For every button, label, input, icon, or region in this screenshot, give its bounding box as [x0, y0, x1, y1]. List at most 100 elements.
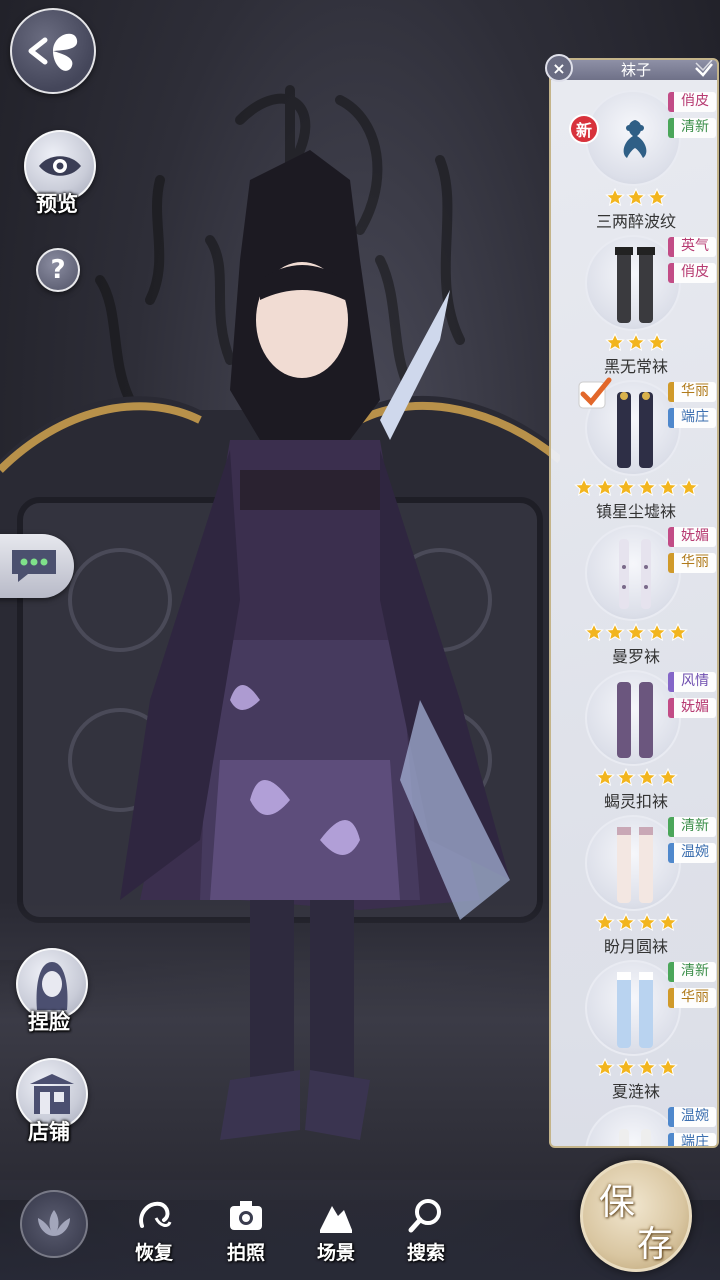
search-icon — [408, 1199, 441, 1233]
star-rating — [551, 188, 717, 206]
chat-bubble-icon — [12, 550, 56, 582]
purple-stocking-icon — [617, 682, 653, 758]
photo-button[interactable]: 拍照 — [216, 1196, 276, 1270]
collapse-icon[interactable] — [693, 60, 715, 80]
sock-item[interactable]: 妩媚 华丽 曼罗袜 — [551, 519, 717, 666]
butterfly-back-icon — [28, 33, 78, 71]
star-icon — [657, 913, 678, 931]
star-icon — [615, 478, 636, 496]
star-icon — [657, 1058, 678, 1076]
star-rating — [551, 768, 717, 786]
star-icon — [626, 623, 646, 641]
star-rating — [551, 1058, 717, 1076]
star-icon — [657, 768, 678, 786]
save-label-char-2: 存 — [637, 1224, 674, 1265]
star-icon — [615, 768, 636, 786]
white-stocking-icon — [617, 827, 653, 903]
tag-label: 端庄 — [668, 408, 716, 428]
tag-label: 妩媚 — [668, 698, 716, 718]
restore-icon — [139, 1201, 172, 1228]
save-button[interactable]: 保 存 — [580, 1160, 692, 1272]
item-portrait — [585, 1105, 681, 1146]
scene-icon — [320, 1206, 352, 1233]
camera-icon — [230, 1201, 262, 1230]
star-icon — [636, 768, 657, 786]
star-icon — [668, 623, 688, 641]
tag-label: 温婉 — [668, 843, 716, 863]
star-icon — [678, 478, 699, 496]
sock-item[interactable]: 温婉 端庄 — [551, 1099, 717, 1146]
item-portrait — [585, 525, 681, 621]
tag-label: 清新 — [668, 962, 716, 982]
tag-label: 华丽 — [668, 382, 716, 402]
item-portrait — [585, 235, 681, 331]
lotus-menu-button[interactable] — [20, 1190, 88, 1258]
star-icon — [573, 478, 594, 496]
star-rating — [551, 333, 717, 351]
star-icon — [594, 768, 615, 786]
sock-item[interactable]: 新 俏皮 清新 三两醉波纹 — [551, 84, 717, 231]
search-label: 搜索 — [406, 1242, 445, 1264]
tag-label: 华丽 — [668, 553, 716, 573]
tag-label: 俏皮 — [668, 263, 716, 283]
tag-label: 清新 — [668, 118, 716, 138]
black-stocking-icon — [615, 247, 655, 323]
new-badge: 新 — [569, 114, 599, 144]
help-icon: ? — [50, 255, 66, 285]
panel-close-button[interactable]: × — [545, 54, 573, 82]
star-icon — [647, 188, 667, 206]
tag-label: 端庄 — [668, 1133, 716, 1146]
character-model — [120, 150, 510, 1140]
close-icon: × — [552, 58, 566, 78]
item-portrait — [585, 960, 681, 1056]
sock-item[interactable]: 清新 华丽 夏涟袜 — [551, 954, 717, 1101]
tag-label: 清新 — [668, 817, 716, 837]
wave-pattern-icon — [623, 120, 647, 158]
star-icon — [626, 188, 646, 206]
star-icon — [605, 623, 625, 641]
socks-panel: 袜子 新 俏皮 清新 三两醉波纹 英气 俏皮 黑无常袜 华丽 端庄 镇星尘墟袜 … — [549, 58, 719, 1148]
star-icon — [584, 623, 604, 641]
help-button[interactable]: ? — [36, 248, 80, 292]
star-icon — [626, 333, 646, 351]
tag-label: 风情 — [668, 672, 716, 692]
star-rating — [551, 478, 717, 496]
star-icon — [636, 913, 657, 931]
eye-icon — [39, 156, 81, 176]
item-portrait — [585, 815, 681, 911]
shop-icon — [30, 1074, 74, 1114]
star-icon — [636, 1058, 657, 1076]
tag-label: 俏皮 — [668, 92, 716, 112]
tag-label: 华丽 — [668, 988, 716, 1008]
preview-label: 预览 — [36, 192, 78, 216]
item-portrait — [585, 670, 681, 766]
face-edit-label: 捏脸 — [28, 1010, 70, 1034]
selected-check-icon — [578, 377, 612, 409]
restore-button[interactable]: 恢复 — [124, 1196, 184, 1270]
face-icon — [36, 962, 68, 1010]
lotus-icon — [38, 1210, 70, 1236]
chat-button[interactable] — [0, 534, 74, 598]
star-icon — [605, 188, 625, 206]
search-button[interactable]: 搜索 — [396, 1196, 456, 1270]
star-icon — [657, 478, 678, 496]
back-button[interactable] — [10, 8, 96, 94]
star-icon — [594, 1058, 615, 1076]
star-icon — [615, 913, 636, 931]
stocking-icon — [619, 1129, 651, 1146]
star-icon — [647, 623, 667, 641]
save-label-char-1: 保 — [599, 1182, 636, 1223]
sock-item[interactable]: 风情 妩媚 蝎灵扣袜 — [551, 664, 717, 811]
star-icon — [594, 913, 615, 931]
blue-stocking-icon — [617, 972, 653, 1048]
sock-item[interactable]: 清新 温婉 盼月圆袜 — [551, 809, 717, 956]
sheer-stocking-icon — [619, 539, 651, 609]
sock-item[interactable]: 英气 俏皮 黑无常袜 — [551, 229, 717, 376]
star-icon — [636, 478, 657, 496]
sock-item-selected[interactable]: 华丽 端庄 镇星尘墟袜 — [551, 374, 717, 521]
scene-button[interactable]: 场景 — [306, 1196, 366, 1270]
tag-label: 温婉 — [668, 1107, 716, 1127]
star-rating — [551, 623, 717, 641]
star-rating — [551, 913, 717, 931]
star-icon — [605, 333, 625, 351]
